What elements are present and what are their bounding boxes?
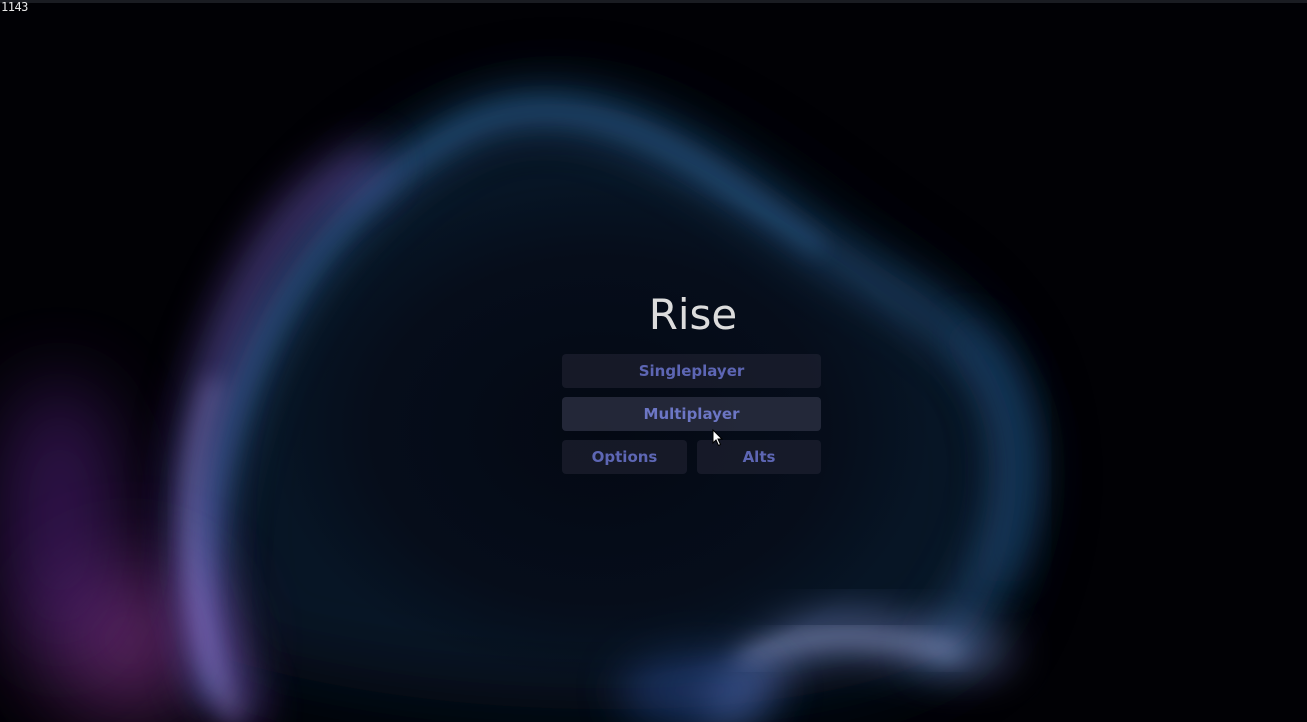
multiplayer-button[interactable]: Multiplayer bbox=[562, 397, 821, 431]
game-title: Rise bbox=[648, 290, 738, 339]
mouse-cursor-icon bbox=[712, 429, 724, 447]
main-menu-screen: 1143 Rise Singleplayer Multiplayer Optio… bbox=[0, 0, 1307, 722]
options-button[interactable]: Options bbox=[562, 440, 687, 474]
window-top-edge bbox=[0, 0, 1307, 3]
singleplayer-button[interactable]: Singleplayer bbox=[562, 354, 821, 388]
fps-counter: 1143 bbox=[1, 0, 28, 14]
